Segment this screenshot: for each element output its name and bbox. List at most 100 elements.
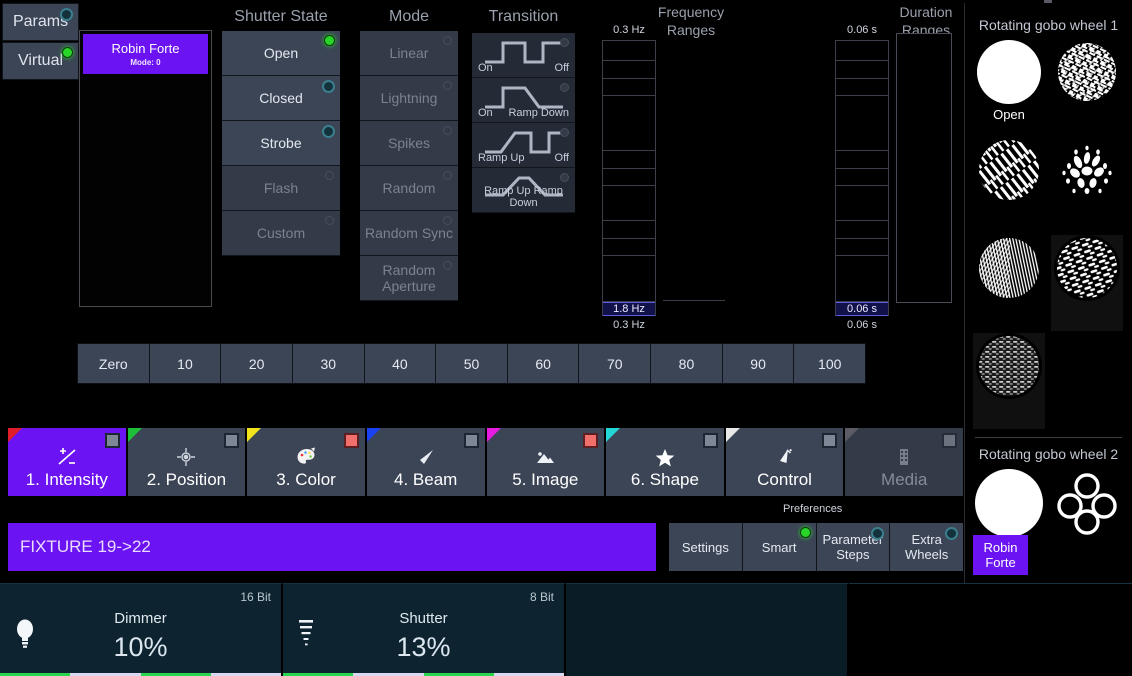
transition-option-on-off[interactable]: On Off: [472, 33, 575, 78]
encoder-dimmer[interactable]: 16 Bit Dimmer 10%: [0, 583, 283, 676]
gobo-item-ripple-water[interactable]: [973, 333, 1045, 429]
percent-button-90[interactable]: 90: [722, 344, 795, 383]
percent-button-30[interactable]: 30: [292, 344, 365, 383]
tab-intensity[interactable]: 1. Intensity: [8, 428, 126, 496]
crosshair-icon: [176, 445, 196, 469]
mode-option-random-sync[interactable]: Random Sync: [360, 211, 458, 256]
frequency-range-strip[interactable]: 1.8 Hz: [602, 40, 656, 316]
transition-option-rampup-off[interactable]: Ramp Up Off: [472, 123, 575, 168]
gobo-item-diagonal-strokes[interactable]: [973, 137, 1045, 233]
range-segment[interactable]: [836, 221, 888, 239]
fixture-selection-bar[interactable]: FIXTURE 19->22: [8, 523, 656, 571]
percent-button-40[interactable]: 40: [364, 344, 437, 383]
gobo-wheel-2-title: Rotating gobo wheel 2: [978, 446, 1119, 462]
range-segment[interactable]: [836, 256, 888, 302]
range-segment[interactable]: [836, 79, 888, 96]
gobo-wheel-2-grid: [965, 462, 1132, 546]
fixture-chip-name: Robin Forte: [111, 41, 180, 56]
mode-option-random-aperture[interactable]: Random Aperture: [360, 256, 458, 301]
range-segment[interactable]: [603, 41, 655, 61]
transition-label-right: Off: [554, 62, 569, 74]
range-segment[interactable]: [603, 79, 655, 96]
range-segment[interactable]: [603, 239, 655, 256]
range-segment[interactable]: [603, 169, 655, 186]
percent-button-70[interactable]: 70: [579, 344, 652, 383]
duration-range-box[interactable]: [896, 33, 952, 303]
robin-forte-button[interactable]: Robin Forte: [973, 535, 1028, 575]
range-segment-selected[interactable]: 1.8 Hz: [603, 302, 655, 316]
params-toggle-button[interactable]: Params: [2, 3, 79, 41]
encoder-slot-empty-2[interactable]: [849, 583, 1132, 676]
range-segment[interactable]: [836, 96, 888, 151]
preferences-button-group: Settings Smart Parameter Steps Extra Whe…: [669, 523, 963, 571]
range-segment[interactable]: [603, 186, 655, 221]
gobo-w2-item-open[interactable]: [973, 468, 1045, 544]
range-segment[interactable]: [603, 221, 655, 239]
tab-color[interactable]: 3. Color: [247, 428, 365, 496]
range-segment[interactable]: [836, 186, 888, 221]
percent-button-80[interactable]: 80: [651, 344, 723, 383]
preferences-button-settings[interactable]: Settings: [669, 523, 743, 571]
tab-status-square: [942, 433, 957, 448]
mode-option-linear[interactable]: Linear: [360, 31, 458, 76]
tab-shape[interactable]: 6. Shape: [606, 428, 724, 496]
mode-option-spikes[interactable]: Spikes: [360, 121, 458, 166]
shutter-state-option-strobe[interactable]: Strobe: [222, 121, 340, 166]
transition-option-on-rampdown[interactable]: On Ramp Down: [472, 78, 575, 123]
preferences-button-parameter-steps[interactable]: Parameter Steps: [816, 523, 891, 571]
percent-button-zero[interactable]: Zero: [78, 344, 150, 383]
mode-heading: Mode: [388, 8, 430, 25]
range-segment[interactable]: [603, 61, 655, 79]
mode-option-lightning[interactable]: Lightning: [360, 76, 458, 121]
transition-option-rampup-rampdown[interactable]: Ramp Up Ramp Down: [472, 168, 575, 213]
range-segment[interactable]: [603, 151, 655, 169]
gobo-wheel-1-grid: Open: [965, 33, 1132, 431]
tab-beam[interactable]: 4. Beam: [366, 428, 485, 496]
tab-position[interactable]: 2. Position: [127, 428, 246, 496]
encoder-bit-depth: 8 Bit: [529, 590, 554, 604]
percent-button-100[interactable]: 100: [794, 344, 866, 383]
range-segment[interactable]: [603, 256, 655, 302]
shutter-state-option-open[interactable]: Open: [222, 31, 340, 76]
duration-range-strip[interactable]: 0.06 s: [835, 40, 889, 316]
tab-image[interactable]: 5. Image: [486, 428, 605, 496]
gobo-item-petal-burst[interactable]: [1051, 137, 1123, 233]
range-segment[interactable]: [836, 41, 888, 61]
range-segment[interactable]: [603, 96, 655, 151]
tab-control[interactable]: Control: [725, 428, 844, 496]
tab-media[interactable]: Media: [845, 428, 963, 496]
percent-button-60[interactable]: 60: [507, 344, 580, 383]
shutter-state-option-closed[interactable]: Closed: [222, 76, 340, 121]
beam-cone-icon: [415, 445, 437, 469]
option-led-icon: [322, 80, 335, 93]
range-segment[interactable]: [836, 169, 888, 186]
percent-button-20[interactable]: 20: [221, 344, 293, 383]
option-label: Flash: [263, 180, 299, 196]
option-led-icon: [325, 171, 334, 180]
preferences-button-extra-wheels[interactable]: Extra Wheels: [890, 523, 963, 571]
option-led-icon: [324, 35, 335, 46]
range-segment-selected[interactable]: 0.06 s: [836, 302, 888, 316]
mode-option-random[interactable]: Random: [360, 166, 458, 211]
gobo-item-squiggle-dense[interactable]: [1051, 39, 1123, 135]
range-segment[interactable]: [836, 151, 888, 169]
range-segment[interactable]: [836, 61, 888, 79]
encoder-shutter[interactable]: 8 Bit Shutter 13%: [283, 583, 566, 676]
gobo-item-fine-lines[interactable]: [973, 235, 1045, 331]
duration-ranges-widget[interactable]: 0.06 s 0.06 s 0.06 s: [828, 24, 896, 331]
shutter-state-option-flash[interactable]: Flash: [222, 166, 340, 211]
gobo-item-open[interactable]: Open: [973, 39, 1045, 135]
range-segment[interactable]: [836, 239, 888, 256]
percent-button-10[interactable]: 10: [149, 344, 222, 383]
tab-corner-marker: [486, 428, 501, 442]
shutter-state-option-custom[interactable]: Custom: [222, 211, 340, 256]
percent-button-50[interactable]: 50: [436, 344, 508, 383]
gobo-item-dash-texture[interactable]: [1051, 235, 1123, 331]
virtual-toggle-button[interactable]: Virtual: [2, 42, 79, 80]
gobo-w2-item-rings-cluster[interactable]: [1051, 468, 1123, 544]
frequency-ranges-widget[interactable]: 0.3 Hz 1.8 Hz 0.3 Hz: [595, 24, 663, 331]
fixture-chip-robin-forte[interactable]: Robin Forte Mode: 0: [83, 34, 208, 74]
preferences-heading: Preferences: [783, 503, 843, 515]
encoder-slot-empty-1[interactable]: [566, 583, 849, 676]
preferences-button-smart[interactable]: Smart: [742, 523, 817, 571]
